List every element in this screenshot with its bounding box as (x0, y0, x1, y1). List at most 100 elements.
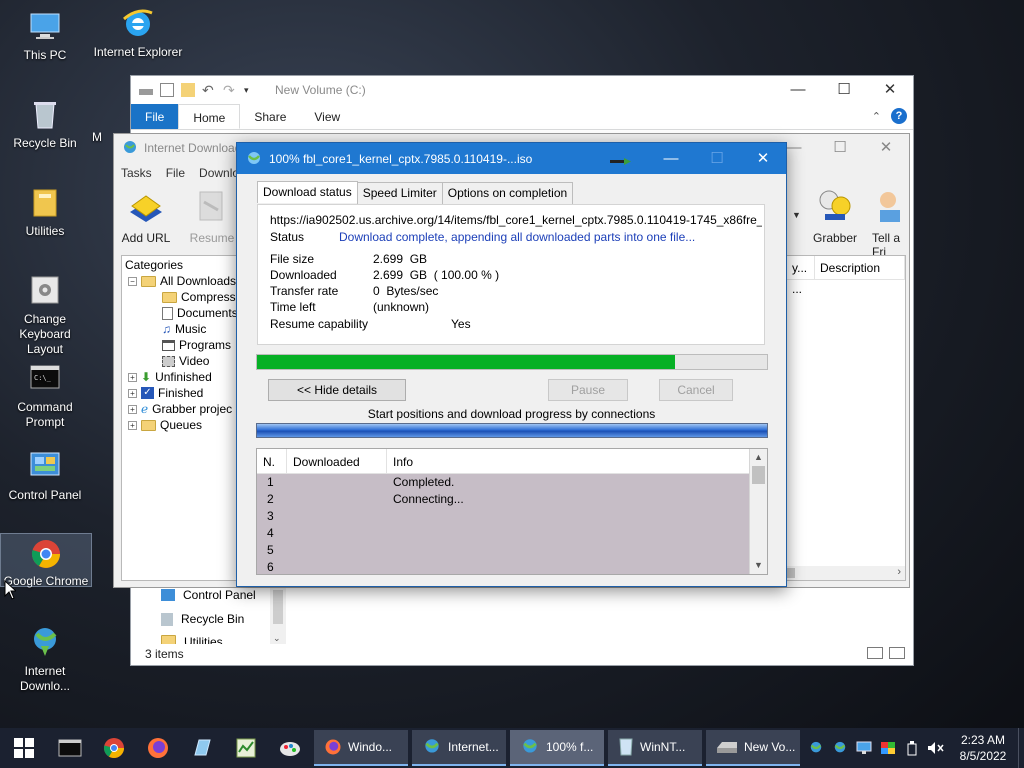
explorer-titlebar[interactable]: ↶ ↷ ▾ New Volume (C:) — ☐ ✕ (131, 76, 913, 104)
tree-item-grabber-projects[interactable]: + ℯ Grabber projec (128, 402, 232, 416)
taskbar-pin-notepad[interactable] (180, 728, 224, 768)
desktop-icon-internet-explorer[interactable]: Internet Explorer (93, 5, 183, 60)
help-icon[interactable]: ? (891, 108, 907, 124)
tray-volume-muted-icon[interactable] (924, 728, 948, 768)
tree-item-unfinished[interactable]: + ⬇ Unfinished (128, 370, 212, 384)
expand-icon[interactable]: + (128, 388, 137, 398)
tab-home[interactable]: Home (178, 104, 241, 129)
start-button[interactable] (0, 728, 48, 768)
redo-icon[interactable]: ↷ (223, 83, 237, 97)
close-button[interactable]: ✕ (863, 134, 909, 162)
desktop-icon-partial[interactable]: M (82, 130, 112, 145)
nav-item-control-panel[interactable]: Control Panel (161, 588, 256, 602)
taskbar-pin-chrome[interactable] (92, 728, 136, 768)
desktop-icon-internet-download-manager[interactable]: Internet Downlo... (0, 624, 90, 694)
column-header-last-try[interactable]: y... (787, 256, 815, 279)
column-header-number[interactable]: N. (257, 449, 287, 473)
scroll-thumb[interactable] (787, 568, 795, 578)
close-button[interactable]: ✕ (867, 76, 913, 104)
tell-a-friend-button[interactable]: Tell a Fri (860, 188, 910, 259)
customize-quick-access-icon[interactable]: ▾ (244, 83, 258, 97)
scroll-up-icon[interactable]: ▲ (750, 449, 767, 466)
maximize-button[interactable]: ☐ (821, 76, 867, 104)
details-view-icon[interactable] (867, 647, 883, 659)
tray-color-icon[interactable] (876, 728, 900, 768)
hide-details-button[interactable]: << Hide details (268, 379, 406, 401)
large-icons-view-icon[interactable] (889, 647, 905, 659)
connections-vertical-scrollbar[interactable]: ▲ ▼ (749, 449, 767, 574)
tray-idm-secondary-icon[interactable] (828, 728, 852, 768)
tree-item-finished[interactable]: + ✓ Finished (128, 386, 203, 400)
taskbar-task-internet-download-manager[interactable]: Internet... (412, 730, 506, 766)
dialog-titlebar[interactable]: 100% fbl_core1_kernel_cptx.7985.0.110419… (237, 143, 786, 174)
desktop-icon-this-pc[interactable]: This PC (0, 8, 90, 63)
expand-icon[interactable]: + (128, 404, 137, 414)
tab-view[interactable]: View (300, 104, 354, 129)
undo-icon[interactable]: ↶ (202, 83, 216, 97)
tree-item-video[interactable]: Video (162, 354, 209, 368)
scroll-thumb[interactable] (752, 466, 765, 484)
taskbar-task-download-progress[interactable]: 100% f... (510, 730, 604, 766)
taskbar-pin-command-prompt[interactable] (48, 728, 92, 768)
cancel-button[interactable]: Cancel (659, 379, 733, 401)
taskbar-task-windows[interactable]: Windo... (314, 730, 408, 766)
grabber-button[interactable]: Grabber (803, 188, 867, 245)
menu-file[interactable]: File (166, 166, 185, 180)
desktop-icon-control-panel[interactable]: Control Panel (0, 448, 90, 503)
desktop-icon-utilities[interactable]: Utilities (0, 184, 90, 239)
toolbar-dropdown-icon[interactable]: ▼ (792, 210, 801, 220)
taskbar-pin-task-manager[interactable] (224, 728, 268, 768)
tab-options-on-completion[interactable]: Options on completion (441, 182, 574, 204)
desktop-icon-google-chrome[interactable]: Google Chrome (0, 533, 92, 588)
horizontal-scrollbar[interactable]: › (787, 566, 905, 580)
desktop-icon-recycle-bin[interactable]: Recycle Bin (0, 96, 90, 151)
table-row[interactable]: 2 Connecting... (257, 492, 747, 509)
pause-button[interactable]: Pause (548, 379, 628, 401)
tree-item-programs[interactable]: Programs (162, 338, 231, 352)
column-header-info[interactable]: Info (387, 449, 749, 473)
minimize-button[interactable]: — (648, 143, 694, 174)
scroll-down-icon[interactable]: ⌄ (273, 633, 281, 644)
resume-button[interactable]: Resume (180, 188, 244, 245)
nav-item-recycle-bin[interactable]: Recycle Bin (161, 612, 244, 626)
close-button[interactable]: ✕ (740, 143, 786, 174)
desktop-icon-change-keyboard-layout[interactable]: Change Keyboard Layout (0, 272, 90, 357)
add-url-button[interactable]: Add URL (114, 188, 178, 245)
tab-share[interactable]: Share (240, 104, 300, 129)
column-header-description[interactable]: Description (815, 256, 905, 279)
tree-item-compressed[interactable]: Compresse (162, 290, 238, 304)
tree-item-documents[interactable]: Documents (162, 306, 238, 320)
table-row[interactable]: 5 (257, 543, 747, 560)
new-folder-icon[interactable] (181, 83, 195, 97)
scroll-thumb[interactable] (273, 590, 283, 624)
tree-item-music[interactable]: ♫ Music (162, 322, 206, 336)
scroll-right-icon[interactable]: › (897, 566, 901, 578)
tray-network-icon[interactable] (852, 728, 876, 768)
table-row[interactable]: 4 (257, 526, 747, 543)
desktop-icon-command-prompt[interactable]: C:\_ Command Prompt (0, 360, 90, 430)
expand-ribbon-icon[interactable]: ⌃ (872, 110, 881, 123)
tray-usb-icon[interactable] (900, 728, 924, 768)
taskbar-task-winnt[interactable]: WinNT... (608, 730, 702, 766)
expand-icon[interactable]: + (128, 372, 137, 382)
download-progress-dialog[interactable]: 100% fbl_core1_kernel_cptx.7985.0.110419… (236, 142, 787, 587)
properties-icon[interactable] (160, 83, 174, 97)
column-header-downloaded[interactable]: Downloaded (287, 449, 387, 473)
tab-file[interactable]: File (131, 104, 179, 129)
nav-item-utilities[interactable]: Utilities (161, 635, 223, 644)
taskbar-pin-paint[interactable] (268, 728, 312, 768)
taskbar-task-new-volume[interactable]: New Vo... (706, 730, 800, 766)
tray-idm-icon[interactable] (804, 728, 828, 768)
maximize-button[interactable]: ☐ (817, 134, 863, 162)
menu-downloads[interactable]: Downlo (199, 166, 239, 180)
scroll-down-icon[interactable]: ▼ (750, 557, 767, 574)
tree-item-queues[interactable]: + Queues (128, 418, 202, 432)
table-row[interactable]: 1 Completed. (257, 475, 747, 492)
table-row[interactable]: 3 (257, 509, 747, 526)
minimize-button[interactable]: — (775, 76, 821, 104)
tab-download-status[interactable]: Download status (257, 181, 358, 203)
collapse-icon[interactable]: − (128, 276, 137, 286)
expand-icon[interactable]: + (128, 420, 137, 430)
tab-speed-limiter[interactable]: Speed Limiter (356, 182, 443, 204)
taskbar-pin-firefox[interactable] (136, 728, 180, 768)
